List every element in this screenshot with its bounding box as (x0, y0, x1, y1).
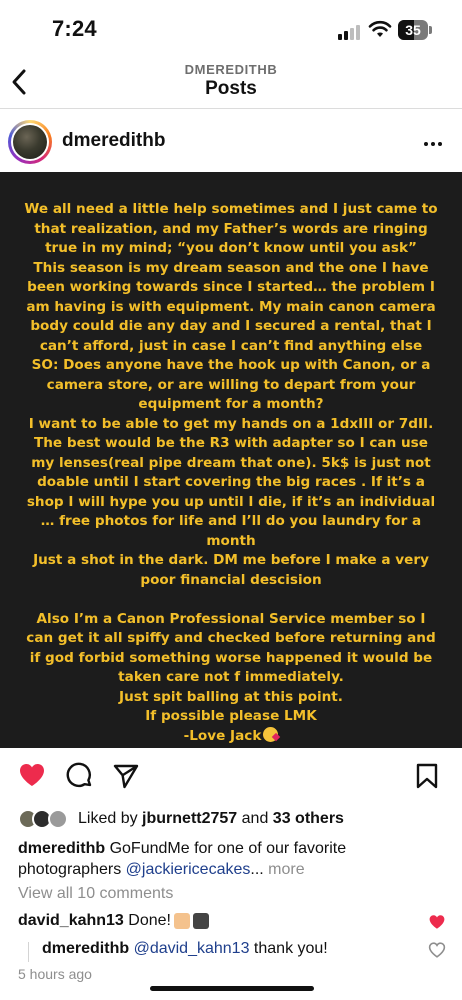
post-text-line: been working towards since I started… th… (27, 279, 435, 295)
post-text-line: The best would be the R3 with adapter so… (33, 435, 428, 451)
status-time: 7:24 (52, 16, 97, 41)
likes-user[interactable]: jburnett2757 (142, 810, 237, 828)
caption-more-link[interactable]: more (268, 861, 304, 878)
battery-nub (429, 26, 432, 34)
post-text-line: taken care not f immediately. (118, 669, 344, 685)
wifi-icon (368, 20, 392, 43)
post-text-line: Also I’m a Canon Professional Service me… (36, 610, 426, 627)
nav-bar: DMEREDITHB Posts (0, 56, 462, 108)
post-text-line: am having is with equipment. My main can… (26, 298, 436, 315)
reply-text: thank you! (253, 940, 328, 957)
post-text-line: doable until I start covering the big ra… (37, 474, 425, 490)
post-text-line: If possible please LMK (145, 708, 317, 724)
reply-heart-outline-icon[interactable] (428, 942, 446, 963)
caption-ellipsis: ... (250, 861, 264, 878)
status-bar: 7:24 35 (0, 0, 462, 60)
post-text-line: Just spit balling at this point. (119, 688, 343, 705)
reply-username[interactable]: dmeredithb (42, 940, 129, 957)
comment-username[interactable]: david_kahn13 (18, 912, 124, 930)
post-image[interactable]: We all need a little help sometimes and … (0, 172, 462, 748)
post-text-line: camera store, or are willing to depart f… (46, 376, 416, 393)
reply-mention[interactable]: @david_kahn13 (134, 940, 250, 957)
post-text-line: … free photos for life and I’ll do you l… (40, 513, 422, 529)
post-text-line: can’t afford, just in case I can’t find … (39, 337, 423, 354)
send-icon[interactable] (112, 762, 140, 795)
reply-thread-line (28, 942, 29, 962)
post-timestamp: 5 hours ago (18, 966, 92, 982)
caption-mention[interactable]: @jackiericecakes (126, 861, 251, 878)
post-username[interactable]: dmeredithb (62, 130, 165, 152)
comment-text: Done! (128, 912, 171, 929)
avatar[interactable] (8, 120, 52, 164)
home-indicator[interactable] (150, 986, 314, 991)
bookmark-icon[interactable] (414, 762, 440, 795)
nav-account-name: DMEREDITHB (184, 62, 278, 77)
post-text-line: I want to be able to get my hands on a 1… (28, 415, 434, 432)
post-text-line: Just a shot in the dark. DM me before I … (33, 552, 429, 568)
post-image-text: We all need a little help sometimes and … (14, 200, 448, 746)
likes-others[interactable]: 33 others (273, 810, 344, 828)
nav-divider (0, 108, 462, 109)
heart-filled-icon[interactable] (18, 762, 46, 793)
comment-item: david_kahn13 Done! (18, 912, 209, 930)
post-text-line: equipment for a month? (138, 396, 324, 412)
post-text-line: true in my mind; “you don’t know until y… (45, 240, 417, 256)
post-text-line: This season is my dream season and the o… (33, 259, 429, 276)
post-text-line: poor financial descision (140, 571, 322, 588)
likes-summary[interactable]: Liked by jburnett2757 and 33 others (18, 806, 344, 832)
raised-hands-emoji (173, 913, 190, 929)
likes-conjunction: and (241, 810, 269, 827)
signal-icon (338, 24, 364, 40)
post-text-line: that realization, and my Father’s words … (34, 220, 428, 237)
post-text-line: SO: Does anyone have the hook up with Ca… (31, 357, 431, 373)
post-text-line: We all need a little help sometimes and … (24, 201, 438, 217)
view-all-comments-link[interactable]: View all 10 comments (18, 885, 173, 903)
likes-prefix: Liked by (78, 810, 138, 827)
post-text-line: my lenses(real pipe dream that one). 5k$… (31, 454, 431, 471)
battery-icon: 35 (398, 20, 428, 40)
post-header: dmeredithb (0, 110, 462, 172)
liker-avatars (18, 808, 74, 830)
comment-icon[interactable] (66, 762, 94, 795)
post-text-line: month (206, 532, 256, 549)
post-text-line: if god forbid something worse happened i… (29, 649, 433, 666)
post-text-line: body could die any day and I secured a r… (30, 318, 432, 334)
caption-username[interactable]: dmeredithb (18, 840, 105, 857)
comment-heart-filled-icon[interactable] (428, 914, 446, 935)
more-horizontal-icon[interactable] (424, 142, 442, 146)
post-text-line: -Love Jack (14, 726, 448, 747)
post-text-line (14, 590, 448, 610)
reply-item: dmeredithb @david_kahn13 thank you! (28, 940, 448, 964)
battery-level: 35 (405, 22, 421, 38)
kiss-emoji (263, 726, 279, 742)
page-title: Posts (205, 78, 257, 99)
post-actions (0, 752, 462, 802)
post-text-line: can get it all spiffy and checked before… (26, 630, 436, 646)
post-caption: dmeredithb GoFundMe for one of our favor… (18, 838, 448, 880)
camera-emoji (192, 913, 209, 929)
post-text-line: shop I will hype you up until I die, if … (26, 493, 436, 510)
